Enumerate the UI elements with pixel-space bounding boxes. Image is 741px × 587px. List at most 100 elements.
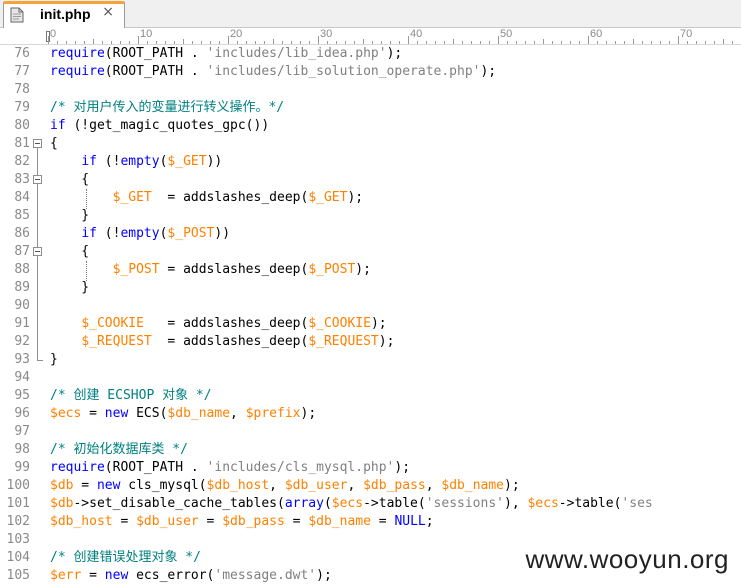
ruler-tick — [723, 39, 724, 44]
code-token: ); — [347, 190, 364, 205]
fold-toggle-icon[interactable] — [33, 175, 42, 184]
code-text: } — [50, 207, 89, 225]
code-line[interactable]: 88 $_POST = addslashes_deep($_POST); — [0, 261, 741, 279]
code-line[interactable]: 83 { — [0, 171, 741, 189]
fold-end-marker — [37, 360, 43, 361]
code-token: (ROOT_PATH . — [104, 64, 207, 79]
code-line[interactable]: 102 $db_host = $db_user = $db_pass = $db_… — [0, 513, 741, 531]
fold-toggle-icon[interactable] — [33, 139, 42, 148]
ruler-tick — [498, 36, 499, 44]
code-token: ); — [394, 460, 411, 475]
code-line[interactable]: 96 $ecs = new ECS($db_name, $prefix); — [0, 405, 741, 423]
code-line[interactable]: 97 — [0, 423, 741, 441]
ruler-tick — [435, 41, 436, 44]
code-line[interactable]: 98 /* 初始化数据库类 */ — [0, 441, 741, 459]
code-line[interactable]: 93} — [0, 351, 741, 369]
code-line[interactable]: 80 if (!get_magic_quotes_gpc()) — [0, 117, 741, 135]
code-token: 'includes/lib_idea.php' — [206, 46, 387, 61]
code-line[interactable]: 84 $_GET = addslashes_deep($_GET); — [0, 189, 741, 207]
ruler-tick — [624, 41, 625, 44]
code-line[interactable]: 89 } — [0, 279, 741, 297]
code-line[interactable]: 78 — [0, 81, 741, 99]
code-text: require(ROOT_PATH . 'includes/lib_soluti… — [50, 63, 496, 81]
code-token: = — [73, 478, 97, 493]
code-text: $db = new cls_mysql($db_host, $db_user, … — [50, 477, 520, 495]
fold-toggle-icon[interactable] — [33, 247, 42, 256]
ruler-label: 10 — [140, 28, 153, 40]
line-number: 102 — [6, 514, 30, 529]
ruler-tick — [291, 41, 292, 44]
code-token: ); — [300, 406, 317, 421]
ruler-tick — [426, 41, 427, 44]
code-token: $db — [50, 496, 74, 511]
ruler-tick — [156, 41, 157, 44]
ruler-tick — [372, 41, 373, 44]
line-number: 105 — [6, 568, 30, 583]
code-line[interactable]: 94 — [0, 369, 741, 387]
line-number: 87 — [14, 244, 30, 259]
code-text: /* 对用户传入的变量进行转义操作。*/ — [50, 99, 284, 117]
code-line[interactable]: 91 $_COOKIE = addslashes_deep($_COOKIE); — [0, 315, 741, 333]
code-line[interactable]: 76 require(ROOT_PATH . 'includes/lib_idea… — [0, 45, 741, 63]
code-token: $_REQUEST — [81, 334, 152, 349]
code-token: = addslashes_deep( — [143, 316, 309, 331]
code-line[interactable]: 100 $db = new cls_mysql($db_host, $db_use… — [0, 477, 741, 495]
ruler-label: 20 — [230, 28, 243, 40]
code-token: 'includes/lib_solution_operate.php' — [206, 64, 481, 79]
close-icon[interactable]: × — [102, 4, 114, 20]
ruler-tick — [471, 41, 472, 44]
code-token: ), — [504, 496, 528, 511]
code-line[interactable]: 95 /* 创建 ECSHOP 对象 */ — [0, 387, 741, 405]
code-token: ecs_error( — [128, 568, 215, 583]
code-text: if (!empty($_POST)) — [50, 225, 230, 243]
code-token: (! — [96, 154, 121, 169]
ruler-tick — [399, 41, 400, 44]
code-token: require — [50, 64, 105, 79]
code-token: = addslashes_deep( — [151, 190, 309, 205]
code-line[interactable]: 101 $db->set_disable_cache_tables(array($… — [0, 495, 741, 513]
line-number: 91 — [14, 316, 30, 331]
code-line[interactable]: 86 if (!empty($_POST)) — [0, 225, 741, 243]
code-token: $db_pass — [222, 514, 285, 529]
ruler-tick — [678, 36, 679, 44]
code-text: } — [50, 351, 58, 369]
ruler-tick — [390, 41, 391, 44]
code-line[interactable]: 82 if (!empty($_GET)) — [0, 153, 741, 171]
code-line[interactable]: 79 /* 对用户传入的变量进行转义操作。*/ — [0, 99, 741, 117]
code-line[interactable]: 92 $_REQUEST = addslashes_deep($_REQUEST… — [0, 333, 741, 351]
ruler-label: 40 — [410, 28, 423, 40]
code-token: ; — [425, 514, 434, 529]
code-line[interactable]: 81 { — [0, 135, 741, 153]
code-token: require — [50, 46, 105, 61]
code-line[interactable]: 87 { — [0, 243, 741, 261]
code-token: ); — [480, 64, 497, 79]
ruler-tick — [174, 41, 175, 44]
indent-guide — [86, 189, 87, 209]
line-number: 81 — [14, 136, 30, 151]
code-token: { — [50, 244, 90, 259]
code-token: empty — [120, 226, 160, 241]
line-number: 99 — [14, 460, 30, 475]
line-number: 101 — [6, 496, 30, 511]
code-token: $db_name — [167, 406, 231, 421]
tab-init-php[interactable]: init.php × — [3, 1, 125, 28]
ruler-tick — [705, 41, 706, 44]
ruler-tick — [417, 41, 418, 44]
code-editor[interactable]: 76 require(ROOT_PATH . 'includes/lib_idea… — [0, 45, 741, 587]
code-text: if (!empty($_GET)) — [50, 153, 222, 171]
ruler-label: 70 — [680, 28, 693, 40]
code-token: , — [347, 478, 364, 493]
code-line[interactable]: 99 require(ROOT_PATH . 'includes/cls_mysq… — [0, 459, 741, 477]
code-token: $_POST — [308, 262, 356, 277]
code-line[interactable]: 85 } — [0, 207, 741, 225]
code-token: = — [112, 514, 137, 529]
code-token: $_POST — [167, 226, 215, 241]
code-token: $ecs — [331, 496, 364, 511]
ruler-tick — [480, 41, 481, 44]
code-line[interactable]: 77 require(ROOT_PATH . 'includes/lib_solu… — [0, 63, 741, 81]
code-line[interactable]: 90 — [0, 297, 741, 315]
ruler-tick — [111, 41, 112, 44]
code-token: $_POST — [112, 262, 160, 277]
ruler-tick — [534, 41, 535, 44]
